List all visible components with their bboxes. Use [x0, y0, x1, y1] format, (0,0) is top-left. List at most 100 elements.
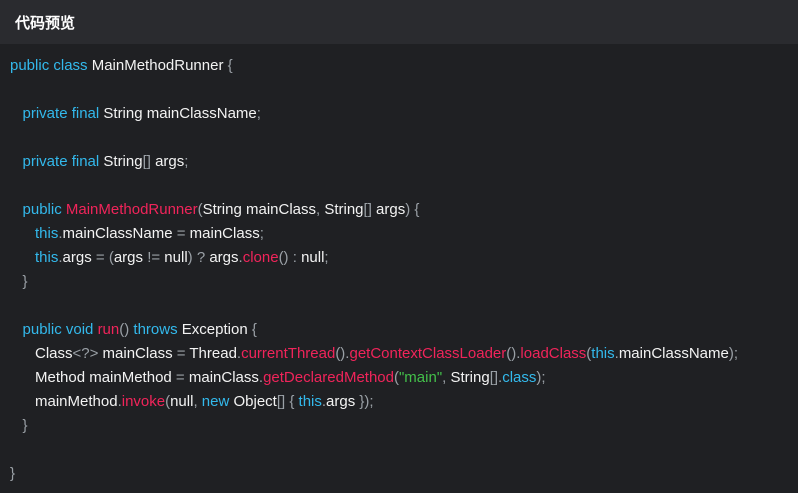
code-token: );	[728, 345, 739, 362]
code-line: }	[10, 462, 798, 486]
code-token: new	[201, 393, 234, 410]
code-token: public	[22, 201, 66, 218]
panel-title: 代码预览	[15, 13, 76, 32]
code-token: args	[209, 249, 239, 266]
code-line: public class MainMethodRunner {	[10, 54, 798, 78]
code-token: ()	[119, 321, 134, 338]
code-token: String	[450, 369, 490, 386]
code-token: =	[176, 225, 190, 242]
code-block[interactable]: public class MainMethodRunner { private …	[10, 54, 798, 493]
code-token: String	[103, 153, 143, 170]
code-token: private final	[22, 153, 104, 170]
code-token: clone	[242, 249, 279, 266]
code-token: () :	[278, 249, 302, 266]
code-token: ().	[506, 345, 521, 362]
code-token: "main"	[398, 369, 443, 386]
code-line: this.args = (args != null) ? args.clone(…	[10, 246, 798, 270]
code-token: MainMethodRunner	[65, 201, 198, 218]
code-token: private final	[22, 105, 104, 122]
code-token: Exception	[181, 321, 252, 338]
code-preview-panel: 代码预览 public class MainMethodRunner { pri…	[0, 0, 798, 493]
code-line: Method mainMethod = mainClass.getDeclare…	[10, 366, 798, 390]
code-token: mainClass	[102, 345, 177, 362]
code-token: =	[175, 369, 189, 386]
code-token: = (	[95, 249, 114, 266]
code-token: ().	[335, 345, 350, 362]
code-token: {	[227, 57, 233, 74]
code-token: [] {	[276, 393, 299, 410]
code-token: public void	[22, 321, 98, 338]
code-token: currentThread	[241, 345, 336, 362]
code-token: String mainClass	[202, 201, 316, 218]
code-token: ) {	[405, 201, 420, 218]
code-token: class	[502, 369, 537, 386]
code-line: mainMethod.invoke(null, new Object[] { t…	[10, 390, 798, 414]
code-token: loadClass	[520, 345, 587, 362]
code-token: getContextClassLoader	[349, 345, 507, 362]
code-token: Class	[10, 345, 73, 362]
code-token: <?>	[72, 345, 103, 362]
code-token: }	[10, 465, 16, 482]
code-token: null	[170, 393, 194, 410]
code-token: }	[22, 273, 28, 290]
code-token: mainClass	[189, 225, 260, 242]
code-token: ,	[193, 393, 202, 410]
code-line: }	[10, 414, 798, 438]
code-token: ) ?	[187, 249, 210, 266]
code-token: null	[164, 249, 188, 266]
code-token: mainClass	[188, 369, 259, 386]
code-line: }	[10, 270, 798, 294]
code-token: !=	[147, 249, 165, 266]
code-token: public class	[10, 57, 92, 74]
code-token: ,	[442, 369, 451, 386]
code-token: args	[62, 249, 96, 266]
code-token: String	[324, 201, 364, 218]
code-line: public MainMethodRunner(String mainClass…	[10, 198, 798, 222]
code-token: {	[251, 321, 257, 338]
code-token: mainClassName	[62, 225, 177, 242]
code-token: ;	[184, 153, 189, 170]
code-line: this.mainClassName = mainClass;	[10, 222, 798, 246]
code-token: ;	[259, 225, 264, 242]
code-token: this	[298, 393, 322, 410]
code-token: getDeclaredMethod	[263, 369, 394, 386]
code-line: Class<?> mainClass = Thread.currentThrea…	[10, 342, 798, 366]
code-token: args	[376, 201, 406, 218]
code-token: [].	[489, 369, 503, 386]
code-token: );	[536, 369, 546, 386]
code-token: });	[359, 393, 374, 410]
code-token: mainMethod	[10, 393, 118, 410]
code-token: String mainClassName	[103, 105, 257, 122]
code-token: =	[176, 345, 190, 362]
code-token: MainMethodRunner	[91, 57, 228, 74]
code-line: private final String[] args;	[10, 150, 798, 174]
code-token: throws	[133, 321, 182, 338]
code-token: null	[301, 249, 325, 266]
code-token: []	[363, 201, 377, 218]
code-token: ;	[324, 249, 329, 266]
code-line: public void run() throws Exception {	[10, 318, 798, 342]
code-token: []	[142, 153, 156, 170]
code-token: invoke	[121, 393, 166, 410]
code-token: Object	[233, 393, 277, 410]
code-token: args	[326, 393, 360, 410]
code-token: Thread	[189, 345, 237, 362]
code-token: this	[35, 249, 59, 266]
code-token: Method mainMethod	[10, 369, 176, 386]
code-line: private final String mainClassName;	[10, 102, 798, 126]
panel-header: 代码预览	[0, 0, 798, 44]
code-token: }	[22, 417, 28, 434]
